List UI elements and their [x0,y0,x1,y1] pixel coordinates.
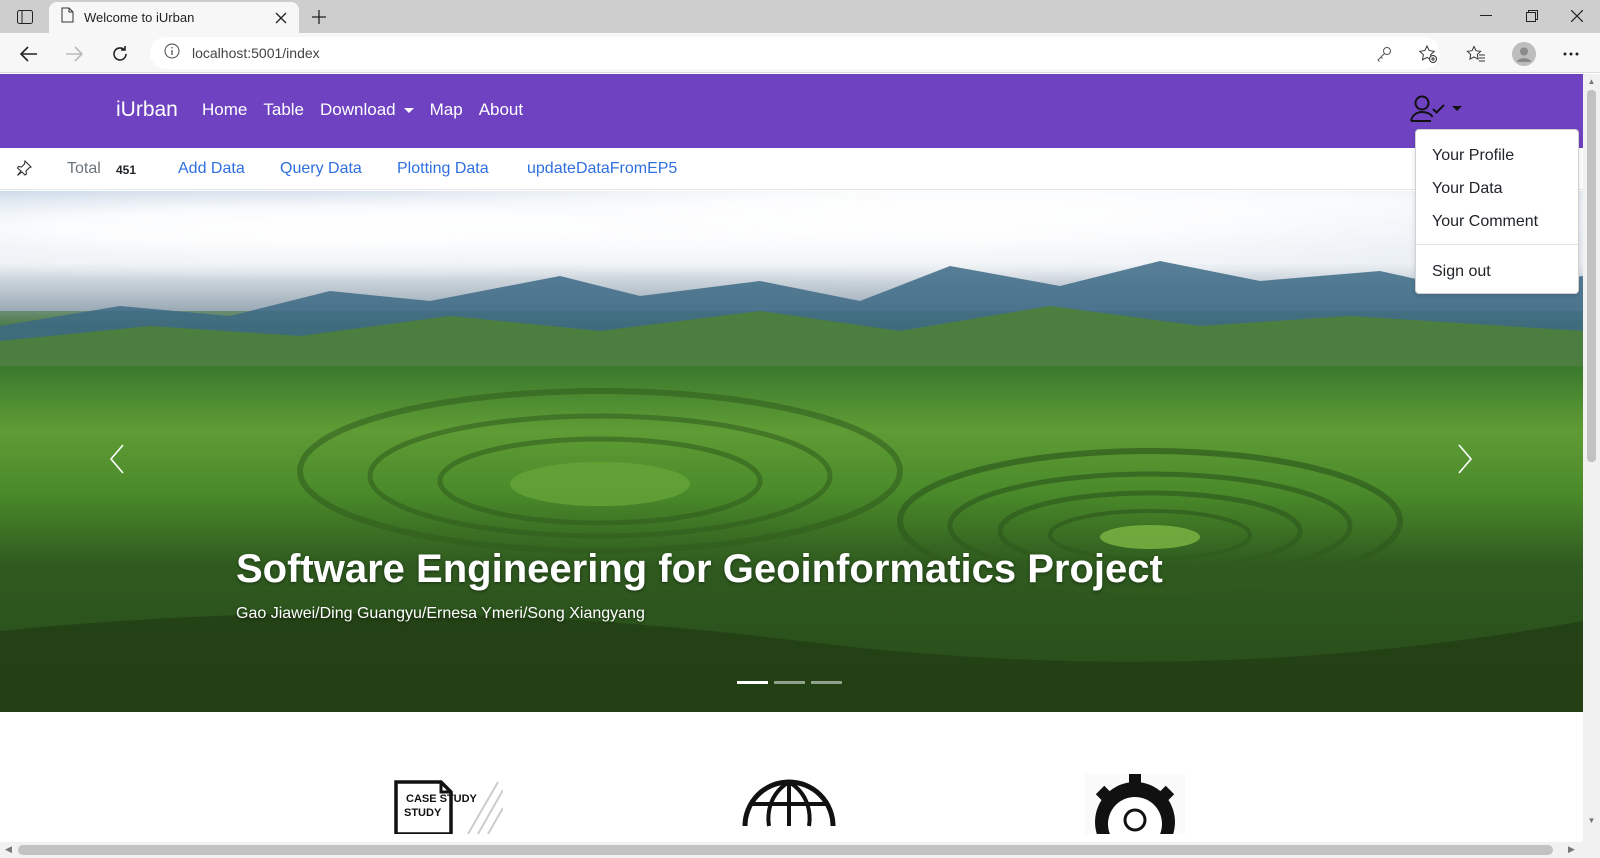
globe-www-icon [739,774,839,839]
back-icon[interactable] [13,38,45,70]
case-study-label: CASE STUDY [406,793,478,805]
site-info-icon[interactable] [164,43,180,64]
vertical-scrollbar[interactable]: ▲ ▼ [1583,74,1600,842]
menu-item-your-profile[interactable]: Your Profile [1432,147,1514,165]
scroll-right-icon[interactable]: ▶ [1568,844,1575,855]
carousel-image-terraces [0,388,1583,712]
carousel-prev-icon[interactable] [102,439,132,479]
scroll-up-icon[interactable]: ▲ [1587,77,1596,87]
brand-logo[interactable]: iUrban [116,98,178,122]
user-check-icon [1410,94,1446,129]
carousel-caption-subtitle: Gao Jiawei/Ding Guangyu/Ernesa Ymeri/Son… [236,605,645,622]
main-nav: Home Table Download Map About [202,100,539,120]
close-tab-icon[interactable] [267,4,295,32]
profile-avatar-icon[interactable] [1508,38,1540,70]
menu-item-your-data[interactable]: Your Data [1432,180,1503,198]
scroll-down-icon[interactable]: ▼ [1587,816,1596,826]
pin-icon[interactable] [16,159,32,181]
top-navbar: iUrban Home Table Download Map About [0,74,1583,148]
scrollbar-corner [1583,842,1600,858]
tab-actions-icon[interactable] [12,6,38,28]
carousel-indicator[interactable] [737,681,768,684]
menu-divider [1416,244,1578,245]
caret-down-icon [403,107,414,113]
address-bar[interactable]: localhost:5001/index [150,37,1440,69]
add-favorite-icon[interactable] [1412,38,1444,70]
address-toolbar: localhost:5001/index [0,33,1600,73]
total-label: Total [67,160,101,177]
total-count-badge: 451 [116,163,137,177]
horizontal-scroll-thumb[interactable] [18,845,1553,855]
carousel-indicator[interactable] [774,681,805,684]
nav-about[interactable]: About [479,100,523,120]
user-dropdown-menu: Your Profile Your Data Your Comment Sign… [1415,129,1579,294]
carousel-caption-title: Software Engineering for Geoinformatics … [236,547,1163,591]
caret-down-icon [1452,106,1462,111]
minimize-icon[interactable] [1463,0,1509,32]
carousel-indicators [737,681,842,684]
favorites-icon[interactable] [1460,38,1492,70]
svg-text:STUDY: STUDY [404,807,442,819]
forward-icon[interactable] [58,38,90,70]
more-options-icon[interactable] [1555,38,1587,70]
menu-item-your-comment[interactable]: Your Comment [1432,213,1538,231]
scroll-left-icon[interactable]: ◀ [5,844,12,855]
restore-icon[interactable] [1509,0,1555,32]
query-data-link[interactable]: Query Data [280,160,362,178]
key-icon[interactable] [1368,38,1400,70]
nav-home[interactable]: Home [202,100,247,120]
page-icon [61,7,74,28]
nav-map[interactable]: Map [430,100,463,120]
case-study-icon: CASE STUDY STUDY [393,774,504,839]
menu-item-sign-out[interactable]: Sign out [1432,263,1491,281]
update-data-link[interactable]: updateDataFromEP5 [527,160,677,178]
close-window-icon[interactable] [1554,0,1600,32]
hero-carousel: Software Engineering for Geoinformatics … [0,191,1583,712]
horizontal-scrollbar[interactable]: ◀ ▶ [0,842,1583,858]
carousel-next-icon[interactable] [1450,439,1480,479]
user-menu-toggle[interactable] [1410,94,1462,129]
add-data-link[interactable]: Add Data [178,160,245,178]
browser-tab-strip: Welcome to iUrban [0,0,1600,33]
data-toolbar: Total 451 Add Data Query Data Plotting D… [0,148,1583,190]
carousel-indicator[interactable] [811,681,842,684]
tab-title: Welcome to iUrban [84,10,195,25]
new-tab-icon[interactable] [305,3,333,31]
nav-table[interactable]: Table [263,100,304,120]
page-viewport: iUrban Home Table Download Map About Tot… [0,74,1583,842]
gear-person-icon [1085,774,1185,842]
refresh-icon[interactable] [104,38,136,70]
nav-download-label: Download [320,100,396,119]
vertical-scroll-thumb[interactable] [1587,90,1596,462]
browser-tab[interactable]: Welcome to iUrban [49,2,299,33]
url-text: localhost:5001/index [192,45,320,61]
plotting-data-link[interactable]: Plotting Data [397,160,489,178]
nav-download-dropdown[interactable]: Download [320,100,414,120]
